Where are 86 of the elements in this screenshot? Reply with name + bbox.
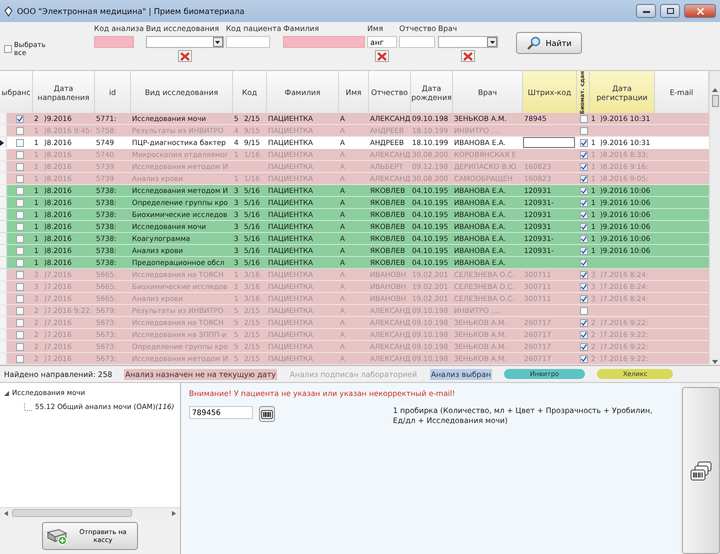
biomaterial-checkbox[interactable]	[580, 198, 588, 206]
biomaterial-checkbox[interactable]	[580, 234, 588, 242]
row-checkbox[interactable]	[16, 234, 24, 242]
search-icon	[526, 36, 541, 50]
biomaterial-checkbox[interactable]	[580, 258, 588, 266]
window-title: ООО "Электронная медицина" | Прием биоматериала	[17, 6, 246, 16]
scroll-right-icon[interactable]	[172, 510, 176, 516]
clear-icon	[180, 52, 190, 60]
minimize-button[interactable]	[636, 4, 656, 18]
row-checkbox[interactable]	[16, 210, 24, 218]
row-checkbox[interactable]	[16, 282, 24, 290]
scroll-up-icon[interactable]	[712, 87, 718, 93]
text-field[interactable]	[283, 36, 366, 48]
text-field[interactable]	[94, 36, 134, 48]
stacked-barcodes-icon	[690, 460, 712, 480]
biomaterial-checkbox[interactable]	[580, 294, 588, 302]
text-field[interactable]	[226, 36, 270, 48]
barcode-input[interactable]	[523, 137, 575, 148]
clear-button[interactable]	[178, 50, 192, 62]
dropdown-field[interactable]	[438, 36, 498, 48]
check-icon	[17, 116, 23, 122]
dropdown-button[interactable]	[212, 37, 223, 47]
biomaterial-checkbox[interactable]	[580, 270, 588, 278]
row-checkbox[interactable]	[16, 306, 24, 314]
scroll-thumb[interactable]	[12, 509, 132, 517]
row-checkbox[interactable]	[16, 162, 24, 170]
biomaterial-checkbox[interactable]	[580, 126, 588, 134]
biomaterial-checkbox[interactable]	[580, 222, 588, 230]
biomaterial-checkbox[interactable]	[580, 330, 588, 338]
biomaterial-checkbox[interactable]	[580, 174, 588, 182]
biomaterial-checkbox[interactable]	[580, 186, 588, 194]
biomaterial-checkbox[interactable]	[580, 306, 588, 314]
barcode-button[interactable]	[259, 406, 275, 422]
row-checkbox[interactable]	[16, 246, 24, 254]
minimize-icon	[642, 10, 650, 12]
text-field[interactable]	[399, 36, 436, 48]
row-checkbox[interactable]	[16, 126, 24, 134]
row-checkbox[interactable]	[16, 294, 24, 302]
scroll-left-icon[interactable]	[4, 510, 8, 516]
biomaterial-checkbox[interactable]	[580, 138, 588, 146]
biomaterial-checkbox[interactable]	[580, 342, 588, 350]
biomaterial-checkbox[interactable]	[580, 114, 588, 122]
row-checkbox[interactable]	[16, 174, 24, 182]
biomaterial-checkbox[interactable]	[580, 150, 588, 158]
row-selector[interactable]	[0, 137, 7, 148]
biomaterial-checkbox[interactable]	[580, 246, 588, 254]
dropdown-button[interactable]	[487, 37, 498, 47]
cash-register-icon	[46, 526, 68, 546]
biomaterial-checkbox[interactable]	[580, 354, 588, 362]
clear-button[interactable]	[461, 50, 476, 62]
caret-icon	[490, 40, 495, 44]
barcode-icon	[261, 410, 273, 418]
row-checkbox[interactable]	[16, 222, 24, 230]
row-checkbox[interactable]	[16, 186, 24, 194]
clear-icon	[463, 52, 474, 60]
row-checkbox[interactable]	[16, 258, 24, 266]
maximize-icon	[666, 8, 674, 14]
dropdown-field[interactable]	[146, 36, 224, 48]
row-checkbox[interactable]	[16, 138, 24, 146]
caret-icon	[215, 40, 220, 44]
row-pointer-icon	[0, 140, 4, 146]
close-button[interactable]	[684, 4, 716, 18]
scroll-down-icon[interactable]	[712, 359, 718, 365]
row-checkbox[interactable]	[16, 330, 24, 338]
biomaterial-checkbox[interactable]	[580, 162, 588, 170]
row-checkbox[interactable]	[16, 150, 24, 158]
row-checkbox[interactable]	[16, 318, 24, 326]
biomaterial-checkbox[interactable]	[580, 318, 588, 326]
app-icon	[4, 6, 13, 16]
row-checkbox[interactable]	[16, 270, 24, 278]
search-button[interactable]: Найти	[516, 32, 582, 54]
biomaterial-checkbox[interactable]	[580, 282, 588, 290]
close-icon	[696, 8, 704, 14]
clear-icon	[377, 52, 388, 60]
clear-button[interactable]	[375, 50, 390, 62]
tree-line-icon	[24, 403, 32, 411]
print-labels-button[interactable]	[682, 387, 720, 554]
collapse-arrow-icon[interactable]	[4, 390, 9, 396]
row-checkbox[interactable]	[16, 354, 24, 362]
biomaterial-checkbox[interactable]	[580, 210, 588, 218]
row-checkbox[interactable]	[16, 342, 24, 350]
maximize-button[interactable]	[660, 4, 680, 18]
select-all-checkbox[interactable]	[4, 45, 12, 53]
row-checkbox[interactable]	[16, 198, 24, 206]
scroll-thumb-icon[interactable]	[712, 95, 718, 107]
row-checkbox[interactable]	[16, 114, 24, 122]
